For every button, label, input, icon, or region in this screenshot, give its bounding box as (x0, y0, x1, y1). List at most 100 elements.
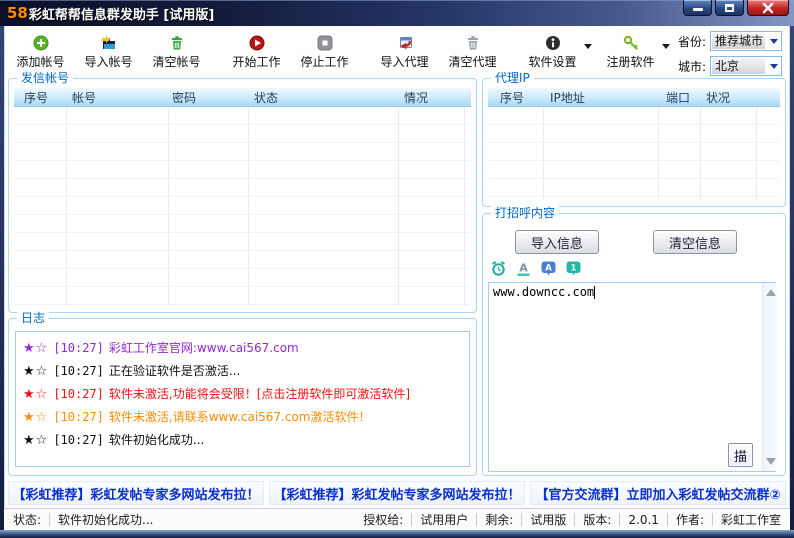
toolbar: 添加帐号 导入帐号 清空帐号 开始工作 停止工作 导入代理 (6, 28, 788, 76)
clear-account-label: 清空帐号 (152, 53, 200, 70)
font-color-icon[interactable]: A (515, 260, 532, 277)
greeting-panel-title: 打招呼内容 (491, 206, 559, 220)
log-entry: ★☆ [10:27] 正在验证软件是否激活... (23, 360, 462, 383)
timer-clock-icon[interactable] (490, 260, 507, 277)
message-scrollbar[interactable] (762, 283, 777, 471)
window-title: 彩虹帮帮信息群发助手 [试用版] (29, 4, 214, 23)
promo-links-row: 【彩虹推荐】彩虹发帖专家多网站发布拉！ 【彩虹推荐】彩虹发帖专家多网站发布拉！ … (6, 480, 788, 506)
status-label: 状态: (13, 511, 41, 528)
import-message-button[interactable]: 导入信息 (515, 230, 599, 254)
minimize-button[interactable] (683, 0, 712, 16)
accounts-col-password[interactable]: 密码 (172, 89, 196, 106)
maximize-button[interactable] (715, 0, 744, 16)
accounts-panel-title: 发信帐号 (17, 71, 73, 85)
accounts-col-account[interactable]: 帐号 (72, 89, 96, 106)
register-software-label: 注册软件 (606, 53, 654, 70)
start-work-button[interactable]: 开始工作 (228, 35, 285, 70)
proxy-col-port[interactable]: 端口 (666, 89, 690, 106)
promo-link-2[interactable]: 【彩虹推荐】彩虹发帖专家多网站发布拉！ (269, 481, 525, 505)
scroll-up-icon[interactable] (766, 289, 776, 296)
province-combobox[interactable]: 推荐城市 (710, 31, 782, 51)
accounts-col-status[interactable]: 状态 (254, 89, 278, 106)
log-panel: 日志 ★☆[10:27]彩虹工作室官网:www.cai567.com ★☆[10… (8, 318, 477, 476)
import-account-button[interactable]: 导入帐号 (80, 35, 137, 70)
clear-account-icon (169, 35, 185, 51)
minimize-icon (693, 8, 703, 11)
import-proxy-label: 导入代理 (380, 53, 428, 70)
log-time: [10:27] (53, 433, 104, 447)
promo-link-1[interactable]: 【彩虹推荐】彩虹发帖专家多网站发布拉！ (8, 481, 264, 505)
bubble-number-icon[interactable]: 1 (565, 260, 582, 277)
import-account-label: 导入帐号 (84, 53, 132, 70)
message-text: www.downcc.com (493, 285, 594, 299)
window-bottom-border (0, 530, 794, 538)
log-time: [10:27] (53, 387, 104, 401)
region-select: 省份: 推荐城市 城市: 北京 (678, 31, 782, 76)
clear-account-button[interactable]: 清空帐号 (148, 35, 205, 70)
clear-proxy-button[interactable]: 清空代理 (444, 35, 501, 70)
format-toolbar: A A 1 (490, 260, 582, 277)
add-account-label: 添加帐号 (16, 53, 64, 70)
log-entry: ★☆[10:27]彩虹工作室官网:www.cai567.com (23, 337, 462, 360)
maximize-icon (725, 4, 734, 12)
log-text: 正在验证软件是否激活... (109, 364, 240, 378)
log-stars-icon: ★☆ (23, 433, 48, 448)
close-icon (762, 2, 774, 14)
app-window: 58 彩虹帮帮信息群发助手 [试用版] 添加帐号 导入帐号 清空帐号 (0, 0, 794, 538)
proxy-panel: 代理IP 序号 IP地址 端口 状况 (482, 78, 786, 207)
stop-work-label: 停止工作 (300, 53, 348, 70)
city-value: 北京 (712, 58, 765, 74)
log-entry: ★☆[10:27]软件未激活,功能将会受限！[点击注册软件即可激活软件] (23, 383, 462, 406)
accounts-col-detail[interactable]: 情况 (404, 89, 428, 106)
bubble-letter-icon[interactable]: A (540, 260, 557, 277)
svg-text:A: A (519, 262, 528, 275)
city-combobox[interactable]: 北京 (710, 56, 782, 76)
titlebar[interactable]: 58 彩虹帮帮信息群发助手 [试用版] (0, 0, 794, 26)
status-bar: 状态: 软件初始化成功... 授权给: 试用用户 剩余: 试用版 版本: 2.0… (4, 508, 790, 530)
log-panel-title: 日志 (17, 311, 49, 325)
proxy-table-header[interactable]: 序号 IP地址 端口 状况 (488, 87, 780, 107)
proxy-panel-title: 代理IP (491, 71, 534, 85)
city-dropdown-arrow[interactable] (766, 57, 781, 75)
clear-proxy-icon (465, 35, 481, 51)
software-settings-button[interactable]: 软件设置 (524, 35, 581, 70)
proxy-col-status[interactable]: 状况 (706, 89, 730, 106)
accounts-col-index[interactable]: 序号 (24, 89, 48, 106)
settings-dropdown-arrow[interactable] (584, 44, 592, 53)
accounts-table-header[interactable]: 序号 帐号 密码 状态 情况 (14, 87, 471, 107)
clear-message-button[interactable]: 清空信息 (653, 230, 737, 254)
log-stars-icon: ★☆ (23, 364, 48, 379)
licensed-to-value: 试用用户 (420, 511, 468, 528)
proxy-col-index[interactable]: 序号 (500, 89, 524, 106)
log-text: 软件未激活,功能将会受限！[点击注册软件即可激活软件] (109, 387, 410, 401)
register-software-button[interactable]: 注册软件 (602, 35, 659, 70)
start-work-icon (249, 35, 265, 51)
version-value: 2.0.1 (628, 513, 659, 527)
register-dropdown-arrow[interactable] (662, 44, 670, 53)
start-work-label: 开始工作 (232, 53, 280, 70)
proxy-col-ip[interactable]: IP地址 (550, 89, 585, 106)
stop-work-button[interactable]: 停止工作 (296, 35, 353, 70)
log-time: [10:27] (53, 364, 104, 378)
close-button[interactable] (747, 0, 789, 16)
miao-corner-button[interactable]: 描 (728, 443, 753, 467)
scroll-down-icon[interactable] (766, 458, 776, 465)
add-account-button[interactable]: 添加帐号 (12, 35, 69, 70)
province-dropdown-arrow[interactable] (766, 32, 781, 50)
register-key-icon (623, 35, 639, 51)
accounts-table-body[interactable] (14, 107, 471, 306)
log-entry: ★☆ [10:27] 软件初始化成功... (23, 429, 462, 452)
city-label: 城市: (678, 58, 706, 75)
import-proxy-button[interactable]: 导入代理 (376, 35, 433, 70)
province-label: 省份: (678, 33, 706, 50)
log-text: 软件初始化成功... (109, 433, 204, 447)
svg-text:1: 1 (571, 263, 577, 273)
add-account-icon (33, 35, 49, 51)
greeting-panel: 打招呼内容 导入信息 清空信息 A A 1 www.downcc.com 描 (482, 213, 786, 476)
import-account-icon (101, 35, 117, 51)
settings-info-icon (545, 35, 561, 51)
author-value: 彩虹工作室 (721, 511, 781, 528)
proxy-table-body[interactable] (488, 107, 780, 200)
promo-link-official-group[interactable]: 【官方交流群】立即加入彩虹发帖交流群② (530, 481, 786, 505)
log-list[interactable]: ★☆[10:27]彩虹工作室官网:www.cai567.com ★☆ [10:27… (15, 331, 470, 467)
